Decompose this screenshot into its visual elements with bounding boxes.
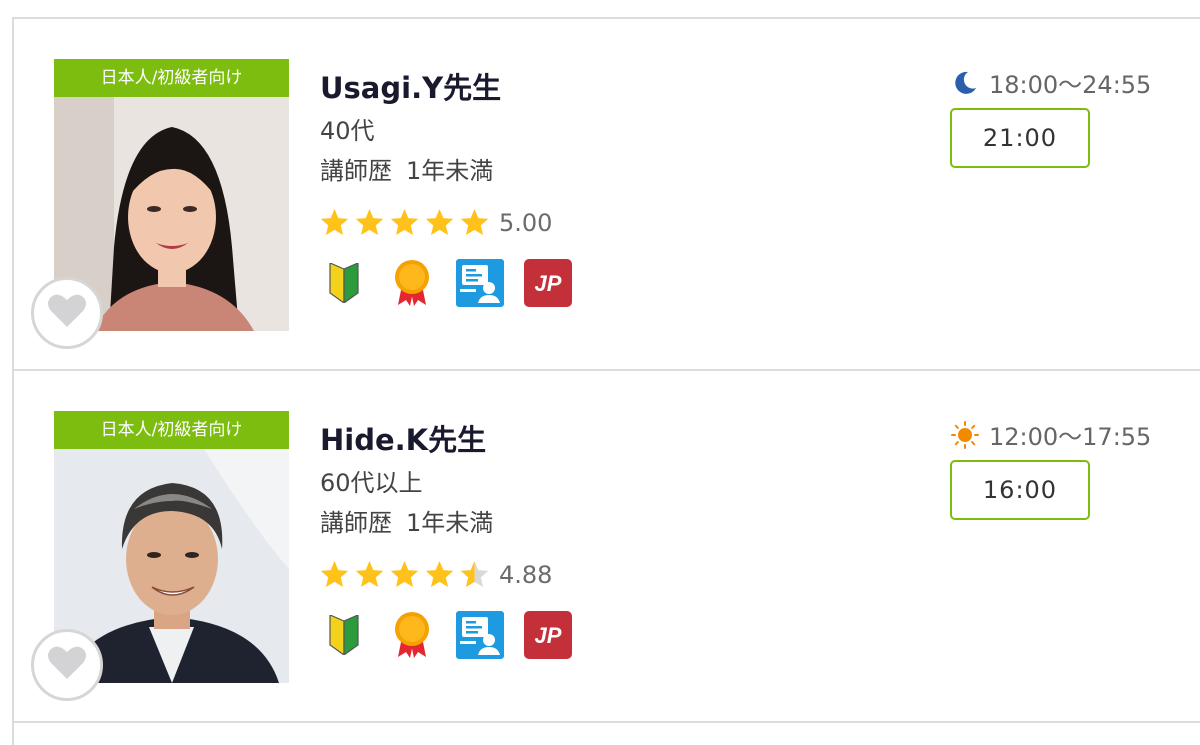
career-value: 1年未満 — [406, 157, 494, 185]
heart-icon — [47, 293, 87, 333]
jp-icon: JP — [524, 611, 572, 659]
star-rating — [318, 207, 491, 239]
rating-score: 4.88 — [499, 561, 553, 589]
teacher-name[interactable]: Usagi.Y先生 — [320, 65, 501, 107]
star-icon — [320, 209, 349, 235]
star-icon — [390, 209, 419, 235]
teacher-list: 日本人/初級者向け Usagi.Y先生 40代 講師歴 1年未満 5.00 JP… — [12, 17, 1200, 721]
teacher-card[interactable]: 日本人/初級者向け — [12, 369, 1200, 721]
star-icon — [460, 209, 489, 235]
teacher-photo-area[interactable]: 日本人/初級者向け — [31, 411, 289, 701]
online-lesson-icon — [456, 259, 504, 307]
jp-text: JP — [535, 271, 562, 296]
online-lesson-icon — [456, 611, 504, 659]
time-slot-button[interactable]: 21:00 — [950, 108, 1090, 168]
favorite-button[interactable] — [31, 629, 103, 701]
teacher-career: 講師歴 1年未満 — [320, 151, 493, 186]
career-label: 講師歴 — [320, 509, 392, 537]
career-label: 講師歴 — [320, 157, 392, 185]
star-icon — [425, 561, 454, 587]
favorite-button[interactable] — [31, 277, 103, 349]
teacher-rating: 4.88 — [318, 555, 552, 595]
teacher-category-label: 日本人/初級者向け — [54, 411, 289, 449]
star-icon — [320, 561, 349, 587]
star-half-icon — [460, 561, 489, 587]
beginner-mark-icon — [320, 611, 368, 659]
career-value: 1年未満 — [406, 509, 494, 537]
available-time-range: 18:00〜24:55 — [951, 65, 1151, 100]
teacher-photo-area[interactable]: 日本人/初級者向け — [31, 59, 289, 349]
jp-icon: JP — [524, 259, 572, 307]
rating-score: 5.00 — [499, 209, 553, 237]
teacher-age: 40代 — [320, 117, 375, 145]
time-range-text: 18:00〜24:55 — [989, 71, 1152, 99]
teacher-name[interactable]: Hide.K先生 — [320, 417, 486, 459]
star-icon — [390, 561, 419, 587]
teacher-card[interactable]: 日本人/初級者向け — [12, 17, 1200, 369]
moon-icon — [951, 69, 979, 97]
teacher-rating: 5.00 — [318, 203, 552, 243]
medal-icon — [388, 611, 436, 659]
heart-icon — [47, 645, 87, 685]
star-icon — [355, 561, 384, 587]
next-card-edge — [12, 721, 1200, 745]
teacher-career: 講師歴 1年未満 — [320, 503, 493, 538]
teacher-badges: JP — [320, 259, 572, 307]
jp-text: JP — [535, 623, 562, 648]
time-slot-button[interactable]: 16:00 — [950, 460, 1090, 520]
teacher-age: 60代以上 — [320, 469, 423, 497]
teacher-badges: JP — [320, 611, 572, 659]
time-range-text: 12:00〜17:55 — [989, 423, 1152, 451]
teacher-category-label: 日本人/初級者向け — [54, 59, 289, 97]
medal-icon — [388, 259, 436, 307]
star-icon — [355, 209, 384, 235]
star-rating — [318, 559, 491, 591]
available-time-range: 12:00〜17:55 — [951, 417, 1151, 452]
star-icon — [425, 209, 454, 235]
beginner-mark-icon — [320, 259, 368, 307]
sun-icon — [951, 420, 979, 449]
